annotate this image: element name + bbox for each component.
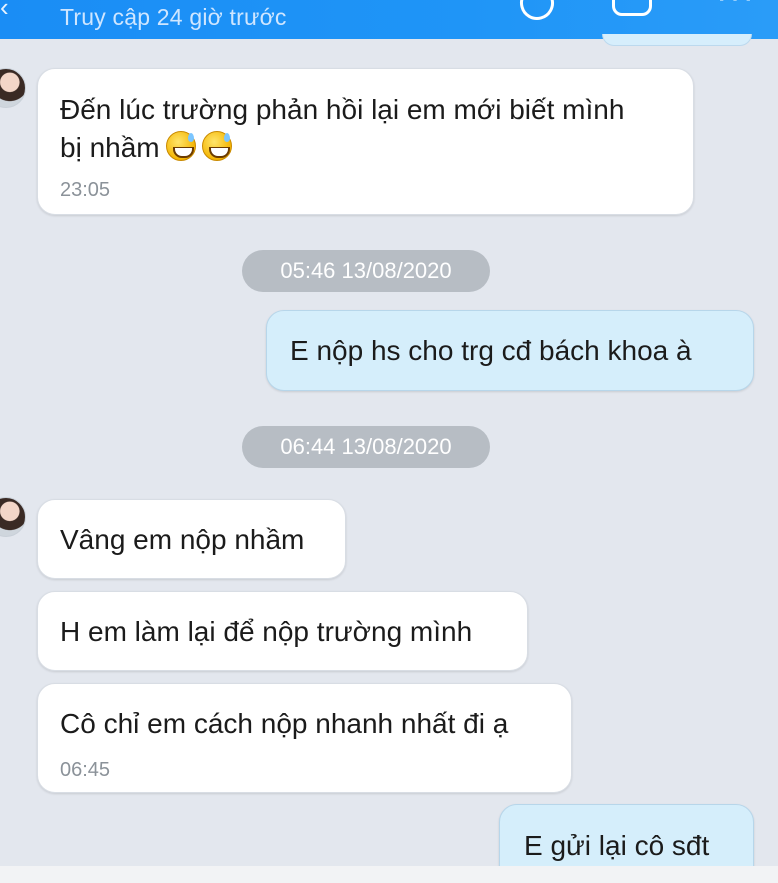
previous-outgoing-bubble bbox=[602, 34, 752, 46]
message-text-line2: bị nhầm bbox=[60, 129, 232, 167]
incoming-message-bubble[interactable]: Cô chỉ em cách nộp nhanh nhất đi ạ 06:45 bbox=[37, 683, 572, 793]
video-call-icon[interactable] bbox=[612, 0, 652, 16]
message-text: E nộp hs cho trg cđ bách khoa à bbox=[290, 335, 692, 366]
date-separator: 05:46 13/08/2020 bbox=[242, 250, 490, 292]
message-text: Vâng em nộp nhầm bbox=[60, 524, 305, 555]
message-text: Đến lúc trường phản hồi lại em mới biết … bbox=[60, 94, 625, 125]
bottom-bar bbox=[0, 866, 778, 883]
incoming-message-bubble[interactable]: H em làm lại để nộp trường mình bbox=[37, 591, 528, 671]
message-text: H em làm lại để nộp trường mình bbox=[60, 616, 473, 647]
incoming-message-bubble[interactable]: Vâng em nộp nhầm bbox=[37, 499, 346, 579]
call-icon[interactable] bbox=[513, 0, 561, 27]
last-seen-status: Truy cập 24 giờ trước bbox=[60, 4, 287, 30]
outgoing-message-bubble[interactable]: E nộp hs cho trg cđ bách khoa à bbox=[266, 310, 754, 391]
date-separator: 06:44 13/08/2020 bbox=[242, 426, 490, 468]
contact-avatar[interactable] bbox=[0, 68, 26, 108]
more-icon[interactable]: ··· bbox=[716, 0, 756, 17]
incoming-message-bubble[interactable]: Đến lúc trường phản hồi lại em mới biết … bbox=[37, 68, 694, 215]
message-text: E gửi lại cô sđt bbox=[524, 830, 710, 861]
back-icon[interactable]: ‹ bbox=[0, 0, 9, 23]
grinning-sweat-emoji bbox=[201, 131, 232, 161]
message-text: Cô chỉ em cách nộp nhanh nhất đi ạ bbox=[60, 708, 509, 739]
message-time: 06:45 bbox=[60, 759, 111, 781]
grinning-sweat-emoji bbox=[165, 131, 196, 161]
message-time: 23:05 bbox=[60, 179, 111, 201]
contact-avatar[interactable] bbox=[0, 497, 26, 537]
